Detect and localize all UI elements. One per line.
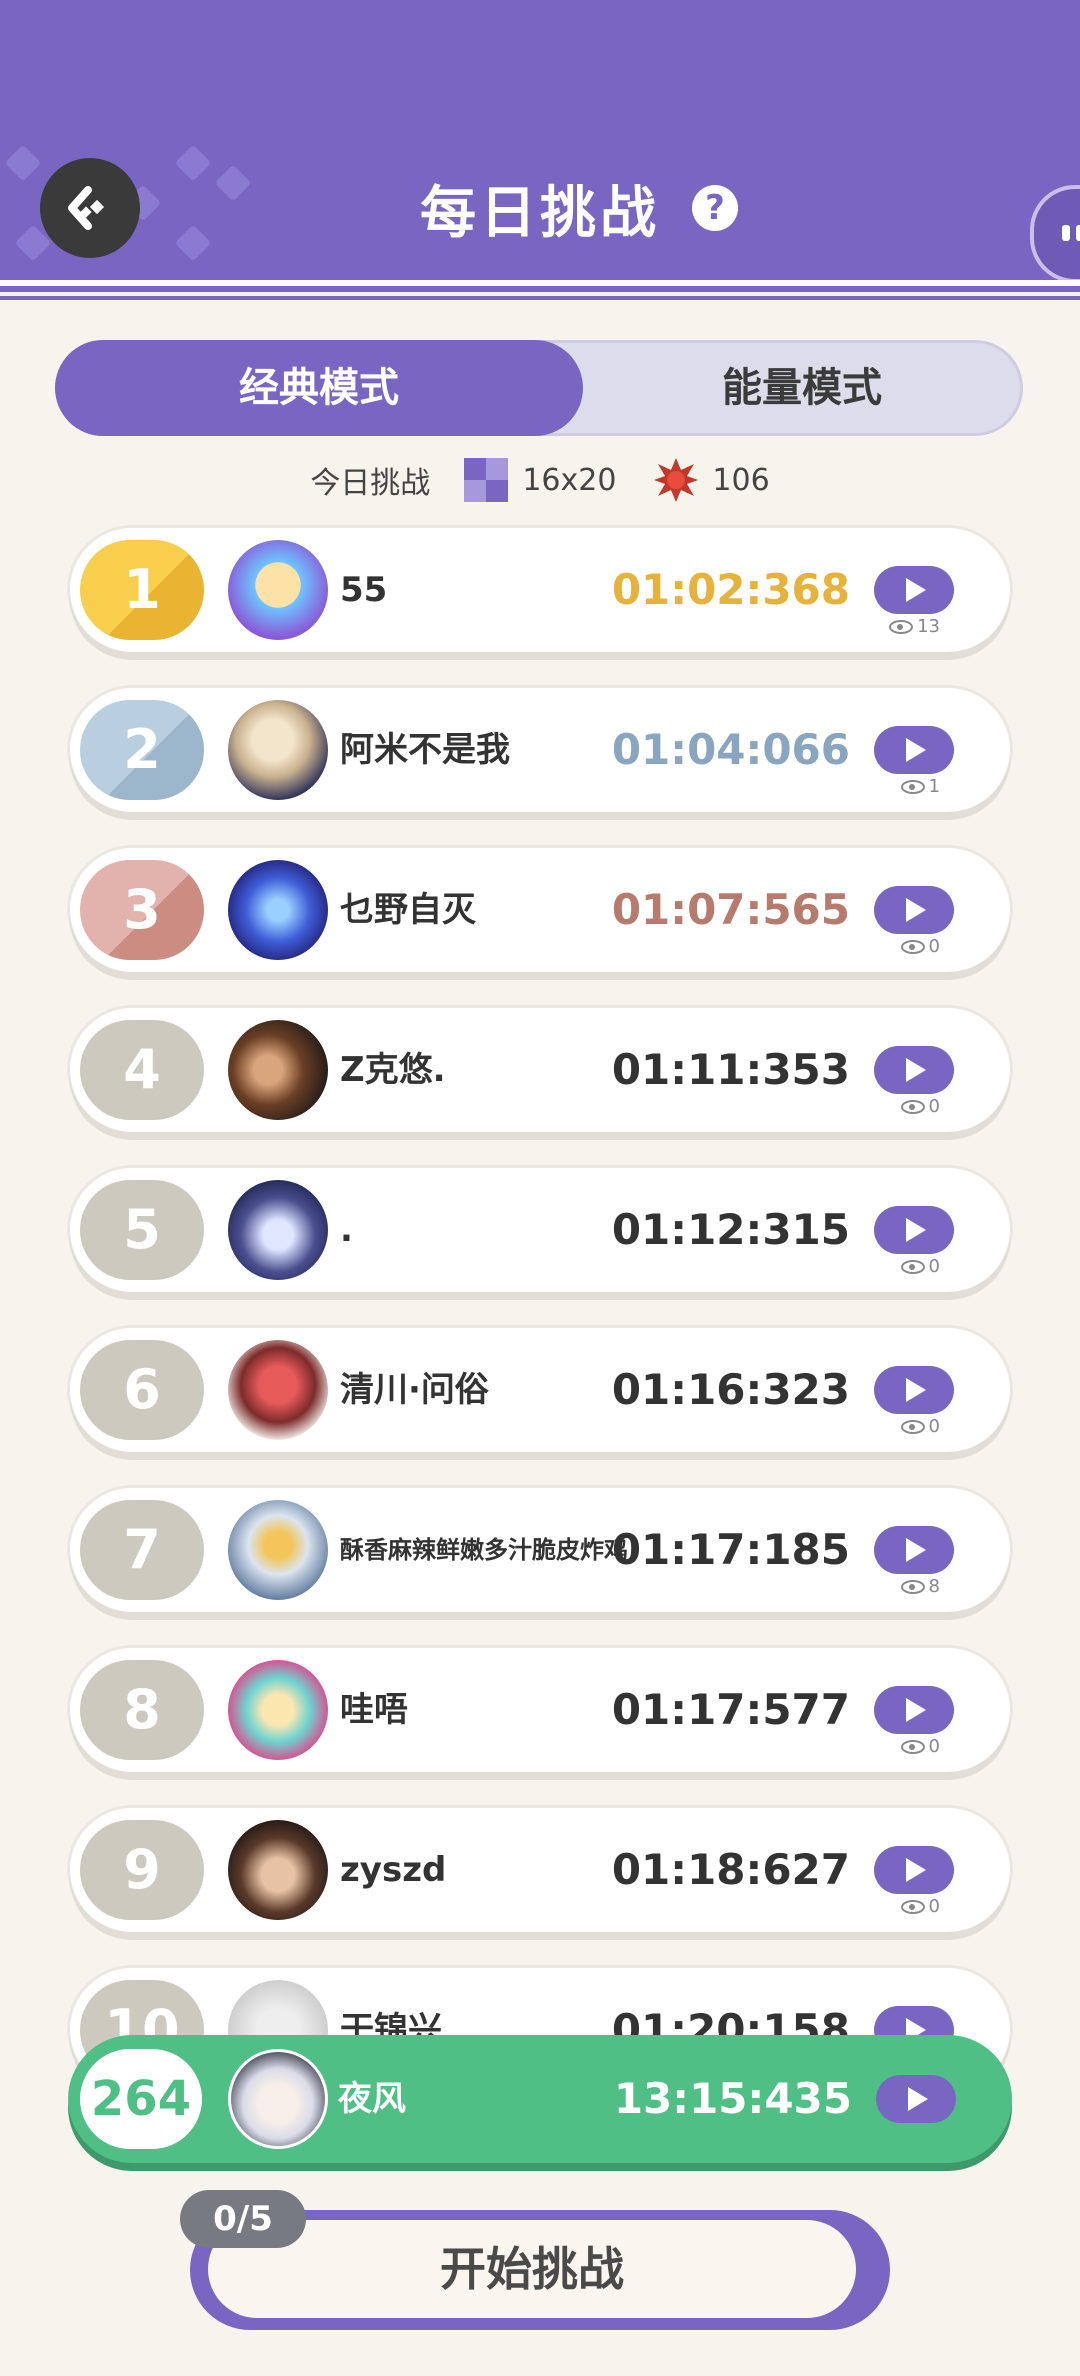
rank-badge: 5 — [80, 1180, 204, 1280]
eye-icon — [900, 1419, 925, 1434]
play-replay-button[interactable] — [874, 1686, 954, 1734]
leaderboard-row[interactable]: 7 酥香麻辣鲜嫩多汁脆皮炸鸡 01:17:185 8 — [70, 1488, 1010, 1612]
leaderboard-row[interactable]: 5 . 01:12:315 0 — [70, 1168, 1010, 1292]
view-count: 1 — [900, 776, 940, 797]
header-divider — [0, 292, 1080, 296]
rank-badge: 3 — [80, 860, 204, 960]
leaderboard-row[interactable]: 4 Z克悠. 01:11:353 0 — [70, 1008, 1010, 1132]
avatar — [228, 1500, 328, 1600]
avatar — [228, 1660, 328, 1760]
mode-tabs: 经典模式 能量模式 — [55, 340, 1023, 436]
rank-badge: 9 — [80, 1820, 204, 1920]
view-count: 0 — [900, 1896, 940, 1917]
play-replay-button[interactable] — [874, 726, 954, 774]
leaderboard-row[interactable]: 8 哇唔 01:17:577 0 — [70, 1648, 1010, 1772]
challenge-info: 今日挑战 16x20 106 — [0, 452, 1080, 508]
mine-count-value: 106 — [712, 462, 770, 498]
view-count: 0 — [900, 1736, 940, 1757]
leaderboard-row[interactable]: 3 乜野自灭 01:07:565 0 — [70, 848, 1010, 972]
leaderboard-row[interactable]: 9 zyszd 01:18:627 0 — [70, 1808, 1010, 1932]
eye-icon — [889, 619, 914, 634]
play-replay-button[interactable] — [874, 1846, 954, 1894]
rank-badge: 1 — [80, 540, 204, 640]
play-replay-button[interactable] — [874, 1366, 954, 1414]
play-replay-button[interactable] — [874, 1206, 954, 1254]
view-count: 0 — [900, 1256, 940, 1277]
player-name: 夜风 — [338, 2079, 406, 2119]
avatar — [228, 1340, 328, 1440]
player-time: 01:16:323 — [611, 1365, 850, 1414]
view-count: 13 — [889, 616, 940, 637]
header-divider — [0, 280, 1080, 286]
avatar — [228, 540, 328, 640]
play-replay-button[interactable] — [874, 886, 954, 934]
leaderboard-row[interactable]: 6 清川·问俗 01:16:323 0 — [70, 1328, 1010, 1452]
play-replay-button[interactable] — [874, 1526, 954, 1574]
player-time: 01:11:353 — [611, 1045, 850, 1094]
eye-icon — [900, 1899, 925, 1914]
avatar — [228, 2049, 328, 2149]
my-rank-row[interactable]: 264 夜风 13:15:435 — [68, 2035, 1012, 2163]
page-title: 每日挑战 — [420, 181, 660, 246]
player-time: 01:18:627 — [611, 1845, 850, 1894]
player-time: 01:02:368 — [611, 565, 850, 614]
player-time: 01:12:315 — [611, 1205, 850, 1254]
player-time: 13:15:435 — [613, 2074, 852, 2123]
pause-icon — [1062, 225, 1070, 241]
start-challenge-button[interactable]: 开始挑战 — [208, 2220, 856, 2318]
view-count: 0 — [900, 1096, 940, 1117]
player-name: 哇唔 — [340, 1690, 408, 1730]
player-name: 55 — [340, 570, 388, 610]
view-count: 0 — [900, 936, 940, 957]
eye-icon — [900, 1739, 925, 1754]
play-replay-button[interactable] — [874, 1046, 954, 1094]
eye-icon — [900, 1259, 925, 1274]
view-count: 8 — [900, 1576, 940, 1597]
rank-badge: 4 — [80, 1020, 204, 1120]
leaderboard-row[interactable]: 2 阿米不是我 01:04:066 1 — [70, 688, 1010, 812]
view-count: 0 — [900, 1416, 940, 1437]
my-rank-badge: 264 — [80, 2049, 202, 2149]
avatar — [228, 700, 328, 800]
pause-icon — [1076, 225, 1080, 241]
player-name: 乜野自灭 — [340, 890, 476, 930]
player-name: 酥香麻辣鲜嫩多汁脆皮炸鸡 — [340, 1536, 628, 1564]
play-replay-button[interactable] — [876, 2075, 956, 2123]
grid-size-icon — [464, 458, 509, 502]
avatar — [228, 1820, 328, 1920]
player-time: 01:17:577 — [611, 1685, 850, 1734]
grid-size-value: 16x20 — [522, 462, 617, 498]
player-name: zyszd — [340, 1850, 447, 1890]
player-name: 清川·问俗 — [340, 1370, 489, 1410]
rank-badge: 8 — [80, 1660, 204, 1760]
player-time: 01:04:066 — [611, 725, 850, 774]
tab-classic-mode[interactable]: 经典模式 — [55, 340, 583, 436]
header-bar: 每日挑战 ? — [0, 0, 1080, 300]
rank-badge: 7 — [80, 1500, 204, 1600]
eye-icon — [900, 1579, 925, 1594]
player-time: 01:17:185 — [611, 1525, 850, 1574]
rank-badge: 2 — [80, 700, 204, 800]
player-name: . — [340, 1210, 353, 1250]
help-icon[interactable]: ? — [692, 185, 738, 231]
eye-icon — [900, 779, 925, 794]
player-name: Z克悠. — [340, 1050, 446, 1090]
avatar — [228, 1020, 328, 1120]
avatar — [228, 860, 328, 960]
player-name: 阿米不是我 — [340, 730, 510, 770]
mine-icon — [654, 458, 699, 502]
eye-icon — [900, 939, 925, 954]
play-replay-button[interactable] — [874, 566, 954, 614]
challenge-label: 今日挑战 — [310, 466, 431, 501]
player-time: 01:07:565 — [611, 885, 850, 934]
leaderboard-row[interactable]: 1 55 01:02:368 13 — [70, 528, 1010, 652]
avatar — [228, 1180, 328, 1280]
attempts-badge: 0/5 — [180, 2190, 306, 2248]
eye-icon — [900, 1099, 925, 1114]
rank-badge: 6 — [80, 1340, 204, 1440]
tab-energy-mode[interactable]: 能量模式 — [578, 343, 1026, 439]
